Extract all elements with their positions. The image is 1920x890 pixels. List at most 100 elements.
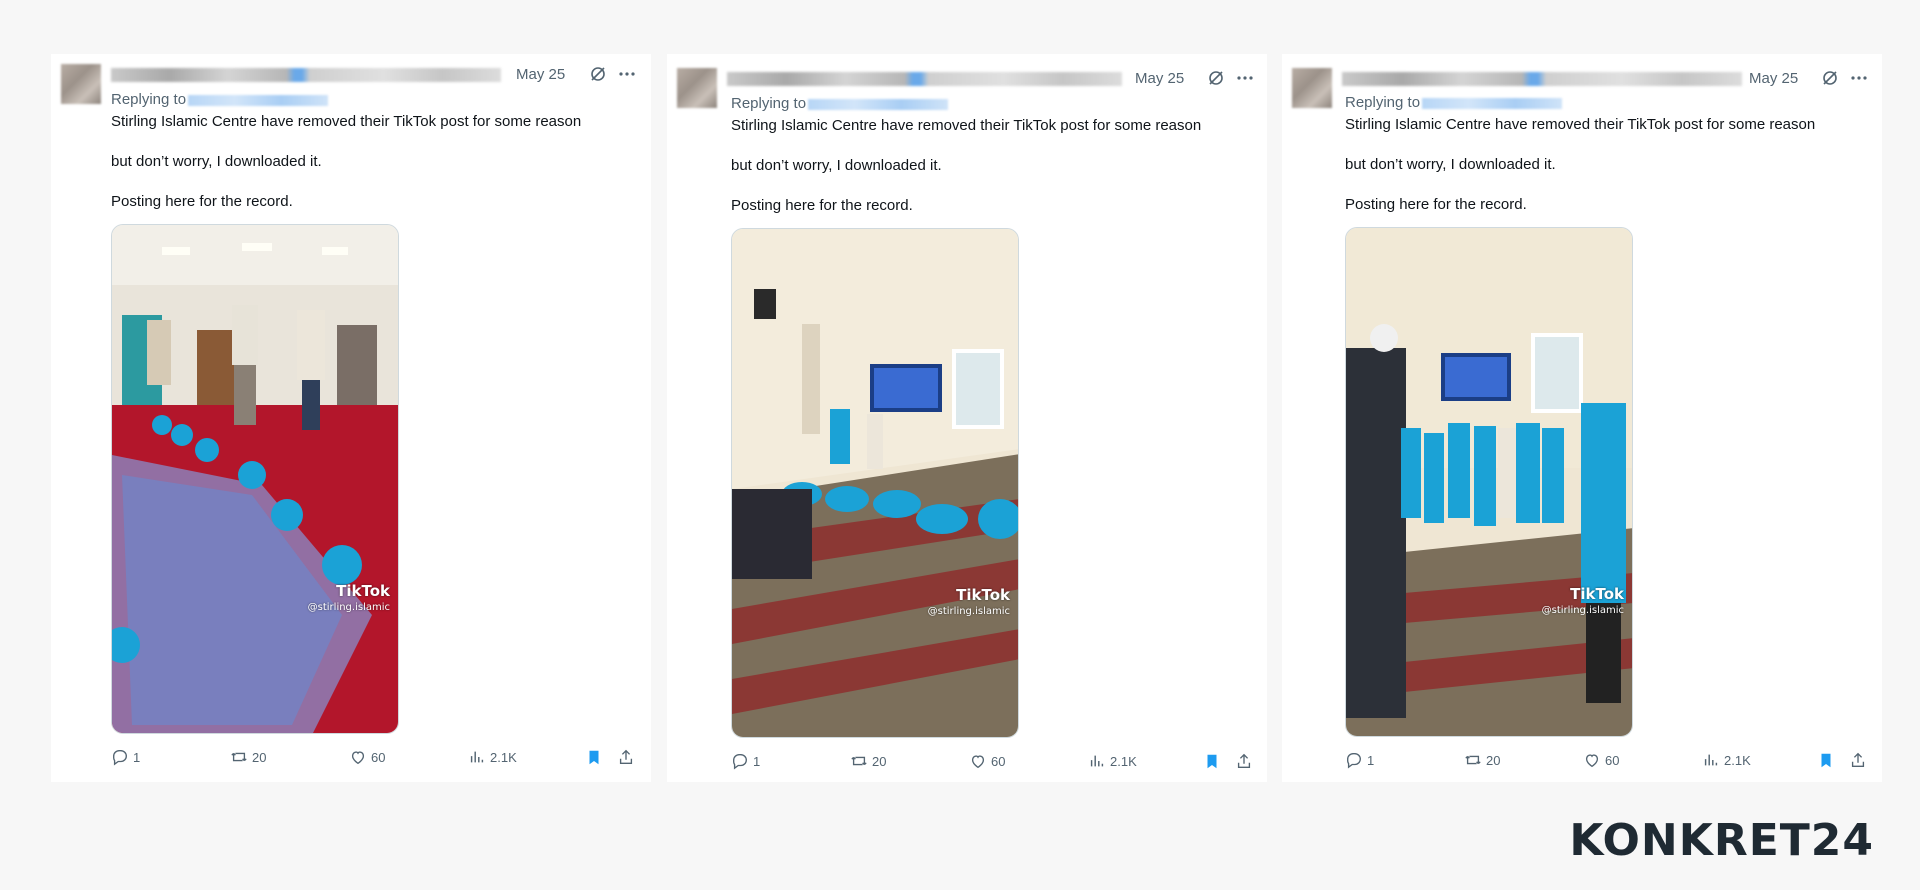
tiktok-logo: TikTok (336, 582, 390, 600)
repost-button[interactable]: 20 (230, 748, 266, 766)
bookmark-button[interactable] (1817, 751, 1835, 769)
tweet-line: but don’t worry, I downloaded it. (731, 157, 942, 174)
action-bar: 1 20 60 2.1K (111, 748, 639, 770)
reply-count: 1 (753, 753, 761, 769)
repost-count: 20 (1486, 752, 1501, 768)
like-count: 60 (991, 753, 1006, 769)
like-icon (971, 755, 985, 769)
replying-to: Replying to (731, 95, 949, 112)
reply-count: 1 (1367, 752, 1375, 768)
like-icon (1585, 754, 1599, 768)
views-button[interactable]: 2.1K (1702, 751, 1751, 769)
tweet-line: Stirling Islamic Centre have removed the… (1345, 116, 1816, 133)
tiktok-handle: @stirling.islamic (307, 602, 390, 613)
avatar[interactable] (1292, 68, 1332, 108)
video-frame-prayer-room (732, 229, 1018, 737)
reply-button[interactable]: 1 (1345, 751, 1374, 769)
views-count: 2.1K (1724, 752, 1751, 768)
tweet-line: Posting here for the record. (1345, 196, 1527, 213)
views-button[interactable]: 2.1K (468, 748, 517, 766)
like-icon (351, 751, 365, 765)
action-bar: 1 20 60 2.1K (1345, 751, 1870, 773)
repost-icon (1465, 755, 1481, 765)
repost-button[interactable]: 20 (850, 752, 886, 770)
tiktok-watermark: TikTok @stirling.islamic (1542, 585, 1624, 616)
replying-to: Replying to (1345, 94, 1563, 111)
grok-icon[interactable] (1206, 68, 1226, 88)
tweet-card-2[interactable]: May 25 Replying to Stirling Islamic Cent… (667, 54, 1267, 782)
tweet-date[interactable]: May 25 (516, 66, 565, 83)
share-button[interactable] (617, 748, 635, 766)
konkret24-logo: KONKRET24 (1569, 815, 1874, 866)
tweet-card-3[interactable]: May 25 Replying to Stirling Islamic Cent… (1282, 54, 1882, 782)
replying-label: Replying to (111, 91, 187, 108)
video-frame-standing-children (1346, 228, 1632, 736)
views-count: 2.1K (1110, 753, 1137, 769)
tiktok-handle: @stirling.islamic (927, 606, 1010, 617)
tiktok-watermark: TikTok @stirling.islamic (308, 582, 390, 613)
repost-button[interactable]: 20 (1464, 751, 1500, 769)
like-count: 60 (371, 749, 386, 765)
tweet-line: Stirling Islamic Centre have removed the… (731, 117, 1202, 134)
like-button[interactable]: 60 (969, 752, 1005, 770)
reply-icon (733, 754, 747, 770)
grok-icon[interactable] (588, 64, 608, 84)
like-button[interactable]: 60 (349, 748, 385, 766)
repost-icon (851, 756, 867, 766)
tweet-date[interactable]: May 25 (1135, 70, 1184, 87)
tiktok-handle: @stirling.islamic (1541, 605, 1624, 616)
bookmark-button[interactable] (585, 748, 603, 766)
bookmark-icon (1821, 753, 1831, 768)
bookmark-icon (589, 750, 599, 765)
replying-label: Replying to (1345, 94, 1421, 111)
repost-icon (231, 752, 247, 762)
like-button[interactable]: 60 (1583, 751, 1619, 769)
repost-count: 20 (252, 749, 267, 765)
tweet-line: Posting here for the record. (731, 197, 913, 214)
bookmark-icon (1207, 754, 1217, 769)
tweet-card-1[interactable]: May 25 Replying to Stirling Islamic Cent… (51, 54, 651, 782)
reply-icon (113, 750, 127, 766)
blurred-username[interactable] (727, 72, 1122, 86)
grok-icon[interactable] (1820, 68, 1840, 88)
blurred-reply-handle[interactable] (808, 98, 949, 110)
reply-icon (1347, 753, 1361, 769)
views-icon (1090, 755, 1104, 767)
reply-count: 1 (133, 749, 141, 765)
share-icon (619, 749, 633, 764)
blurred-reply-handle[interactable] (188, 94, 329, 106)
video-thumbnail[interactable]: TikTok @stirling.islamic (1345, 227, 1633, 737)
blurred-username[interactable] (111, 68, 501, 82)
views-count: 2.1K (490, 749, 517, 765)
reply-button[interactable]: 1 (731, 752, 760, 770)
action-bar: 1 20 60 2.1K (731, 752, 1255, 774)
share-icon (1851, 752, 1865, 767)
video-thumbnail[interactable]: TikTok @stirling.islamic (111, 224, 399, 734)
like-count: 60 (1605, 752, 1620, 768)
bookmark-button[interactable] (1203, 752, 1221, 770)
share-button[interactable] (1849, 751, 1867, 769)
tweet-line: Posting here for the record. (111, 193, 293, 210)
replying-to: Replying to (111, 91, 329, 108)
tweet-line: Stirling Islamic Centre have removed the… (111, 113, 582, 130)
views-button[interactable]: 2.1K (1088, 752, 1137, 770)
tweet-text: Stirling Islamic Centre have removed the… (111, 112, 631, 232)
video-frame-scout-meal (112, 225, 398, 733)
more-icon[interactable] (617, 64, 637, 84)
more-icon[interactable] (1235, 68, 1255, 88)
tiktok-logo: TikTok (1570, 585, 1624, 603)
tweet-date[interactable]: May 25 (1749, 70, 1798, 87)
tiktok-watermark: TikTok @stirling.islamic (928, 586, 1010, 617)
avatar[interactable] (677, 68, 717, 108)
avatar[interactable] (61, 64, 101, 104)
share-button[interactable] (1235, 752, 1253, 770)
more-icon[interactable] (1849, 68, 1869, 88)
views-icon (470, 751, 484, 763)
tweet-text: Stirling Islamic Centre have removed the… (1345, 115, 1865, 235)
blurred-username[interactable] (1342, 72, 1742, 86)
video-thumbnail[interactable]: TikTok @stirling.islamic (731, 228, 1019, 738)
reply-button[interactable]: 1 (111, 748, 140, 766)
replying-label: Replying to (731, 95, 807, 112)
views-icon (1704, 754, 1718, 766)
blurred-reply-handle[interactable] (1422, 97, 1563, 109)
